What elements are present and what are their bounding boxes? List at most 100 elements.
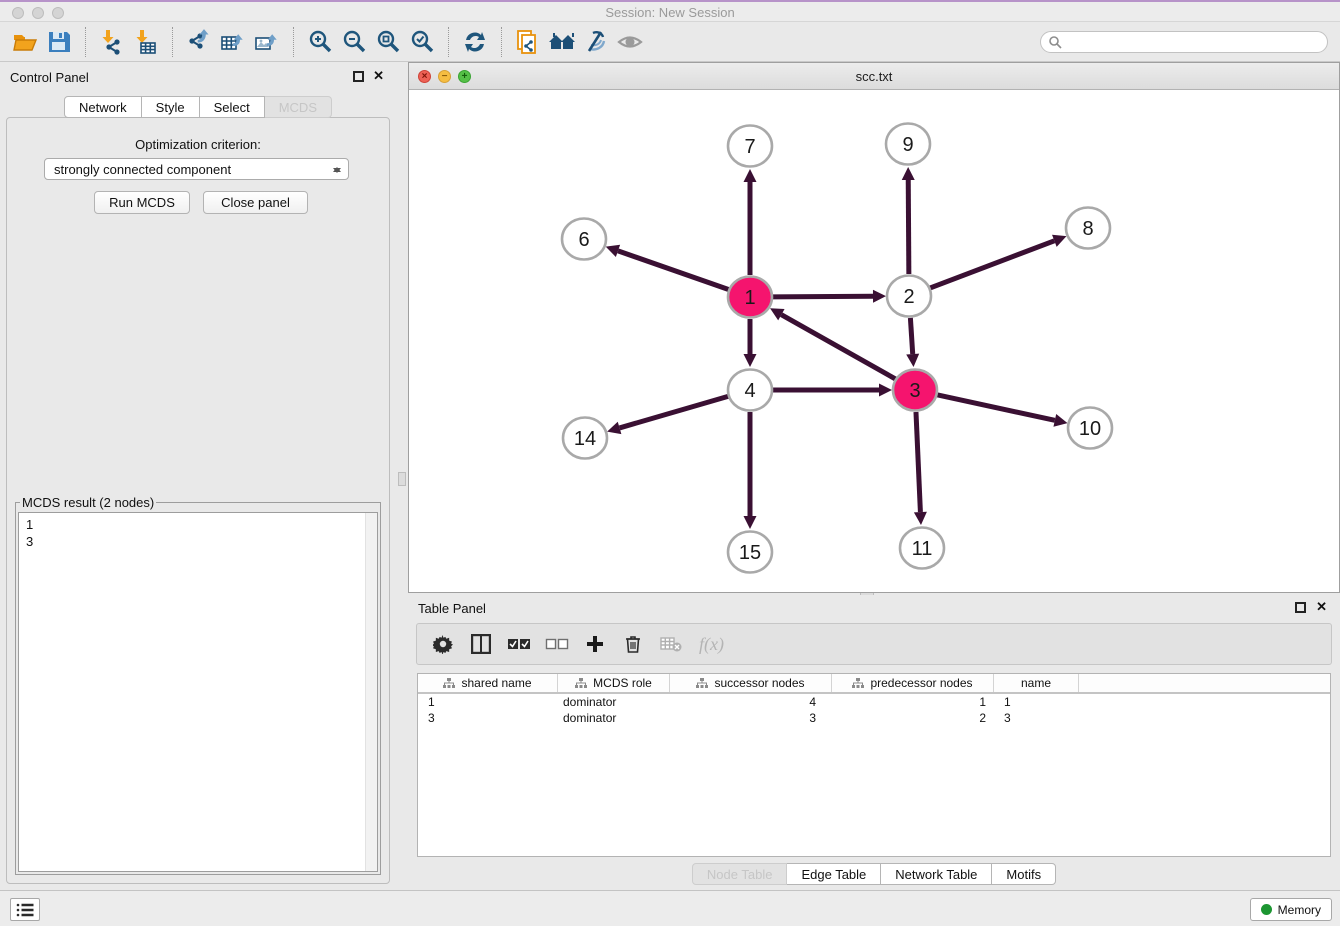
graph-node-label: 14 — [574, 428, 596, 450]
close-table-panel-icon[interactable]: ✕ — [1316, 600, 1327, 614]
graph-node-label: 4 — [744, 380, 755, 402]
graph-node-label: 10 — [1079, 418, 1101, 440]
export-image-icon[interactable] — [250, 26, 284, 58]
export-network-icon[interactable] — [182, 26, 216, 58]
zoom-fit-icon[interactable] — [371, 26, 405, 58]
scrollbar-track[interactable] — [365, 513, 377, 871]
show-hide-panel-eye-icon[interactable] — [613, 26, 647, 58]
edge-1-6[interactable] — [618, 251, 729, 290]
edge-arrowhead — [1053, 414, 1067, 427]
mcds-result-item: 1 — [19, 513, 377, 533]
apply-function-icon[interactable]: f(x) — [699, 634, 724, 655]
control-panel-tabs: Network Style Select MCDS — [0, 96, 396, 118]
float-table-panel-icon[interactable] — [1295, 602, 1306, 613]
edge-arrowhead — [607, 422, 621, 434]
tab-network[interactable]: Network — [64, 96, 142, 118]
graph-node-label: 3 — [909, 380, 920, 402]
edge-2-8[interactable] — [930, 241, 1055, 288]
graph-node-label: 7 — [744, 136, 755, 158]
network-window-titlebar[interactable]: × − + scc.txt — [409, 63, 1339, 90]
save-icon[interactable] — [42, 26, 76, 58]
edge-2-3[interactable] — [910, 318, 912, 354]
graph-node-label: 15 — [739, 542, 761, 564]
tab-motifs[interactable]: Motifs — [992, 863, 1056, 885]
toolbar-separator — [172, 27, 173, 57]
graph-node-label: 9 — [902, 134, 913, 156]
tab-select[interactable]: Select — [200, 96, 265, 118]
tab-mcds[interactable]: MCDS — [265, 96, 332, 118]
close-panel-icon[interactable]: ✕ — [373, 69, 384, 83]
run-mcds-button[interactable]: Run MCDS — [94, 191, 190, 214]
search-field[interactable] — [1040, 31, 1328, 53]
column-header-shared-name[interactable]: shared name — [418, 674, 558, 692]
zoom-in-icon[interactable] — [303, 26, 337, 58]
column-header-mcds-role[interactable]: MCDS role — [558, 674, 670, 692]
table-row[interactable]: 1 dominator 4 1 1 — [418, 694, 1330, 710]
table-header-row: shared name MCDS role successor nodes pr… — [418, 674, 1330, 694]
vertical-splitter-handle[interactable] — [398, 472, 406, 486]
delete-column-trash-icon[interactable] — [621, 632, 645, 656]
add-column-icon[interactable] — [583, 632, 607, 656]
window-title-bar: Session: New Session — [0, 0, 1340, 22]
hierarchy-icon — [696, 678, 708, 689]
edge-3-10[interactable] — [936, 395, 1054, 421]
zoom-selected-icon[interactable] — [405, 26, 439, 58]
mcds-result-list[interactable]: 1 3 — [18, 512, 378, 872]
edge-arrowhead — [606, 245, 620, 257]
tab-edge-table[interactable]: Edge Table — [787, 863, 881, 885]
graph-node-label: 6 — [578, 229, 589, 251]
edge-arrowhead — [744, 169, 757, 182]
control-panel-title: Control Panel — [10, 70, 89, 85]
column-header-successor-nodes[interactable]: successor nodes — [670, 674, 832, 692]
zoom-out-icon[interactable] — [337, 26, 371, 58]
memory-status-icon — [1261, 904, 1272, 915]
optimization-criterion-select[interactable]: strongly connected component — [44, 158, 349, 180]
toolbar-separator — [501, 27, 502, 57]
edge-3-11[interactable] — [916, 412, 920, 512]
table-row[interactable]: 3 dominator 3 2 3 — [418, 710, 1330, 726]
status-bar: Memory — [0, 890, 1340, 926]
open-folder-icon[interactable] — [8, 26, 42, 58]
column-header-predecessor-nodes[interactable]: predecessor nodes — [832, 674, 994, 692]
memory-button[interactable]: Memory — [1250, 898, 1332, 921]
edge-arrowhead — [873, 290, 886, 303]
home-layout-icon[interactable] — [545, 26, 579, 58]
refresh-icon[interactable] — [458, 26, 492, 58]
mcds-result-title: MCDS result (2 nodes) — [20, 495, 156, 510]
deselect-all-checkboxes-icon[interactable] — [545, 632, 569, 656]
edge-arrowhead — [902, 167, 915, 180]
hierarchy-icon — [852, 678, 864, 689]
float-panel-icon[interactable] — [353, 71, 364, 82]
close-panel-button[interactable]: Close panel — [203, 191, 308, 214]
graph-node-label: 1 — [744, 287, 755, 309]
edge-3-1[interactable] — [781, 315, 895, 380]
edge-4-14[interactable] — [620, 396, 729, 428]
mcds-result-group: MCDS result (2 nodes) 1 3 — [15, 495, 381, 875]
import-network-icon[interactable] — [95, 26, 129, 58]
node-table[interactable]: shared name MCDS role successor nodes pr… — [417, 673, 1331, 857]
tab-style[interactable]: Style — [142, 96, 200, 118]
toolbar-separator — [293, 27, 294, 57]
toggle-graphics-details-icon[interactable] — [579, 26, 613, 58]
optimization-criterion-value: strongly connected component — [54, 162, 231, 177]
tab-network-table[interactable]: Network Table — [881, 863, 992, 885]
hierarchy-icon — [575, 678, 587, 689]
memory-label: Memory — [1278, 903, 1321, 917]
column-header-name[interactable]: name — [994, 674, 1079, 692]
task-history-button[interactable] — [10, 898, 40, 921]
search-input[interactable] — [1062, 33, 1327, 51]
column-layout-icon[interactable] — [469, 632, 493, 656]
edge-arrowhead — [744, 516, 757, 529]
edge-1-2[interactable] — [772, 296, 873, 297]
list-icon — [16, 903, 34, 917]
select-all-checkboxes-icon[interactable] — [507, 632, 531, 656]
settings-gear-icon[interactable] — [431, 632, 455, 656]
duplicate-network-icon[interactable] — [511, 26, 545, 58]
network-canvas[interactable]: 7968124314101511 — [409, 90, 1339, 592]
edge-2-9[interactable] — [908, 180, 909, 274]
import-table-icon[interactable] — [129, 26, 163, 58]
main-toolbar — [0, 22, 1340, 62]
delete-table-icon[interactable] — [659, 632, 683, 656]
export-table-icon[interactable] — [216, 26, 250, 58]
tab-node-table[interactable]: Node Table — [692, 863, 788, 885]
